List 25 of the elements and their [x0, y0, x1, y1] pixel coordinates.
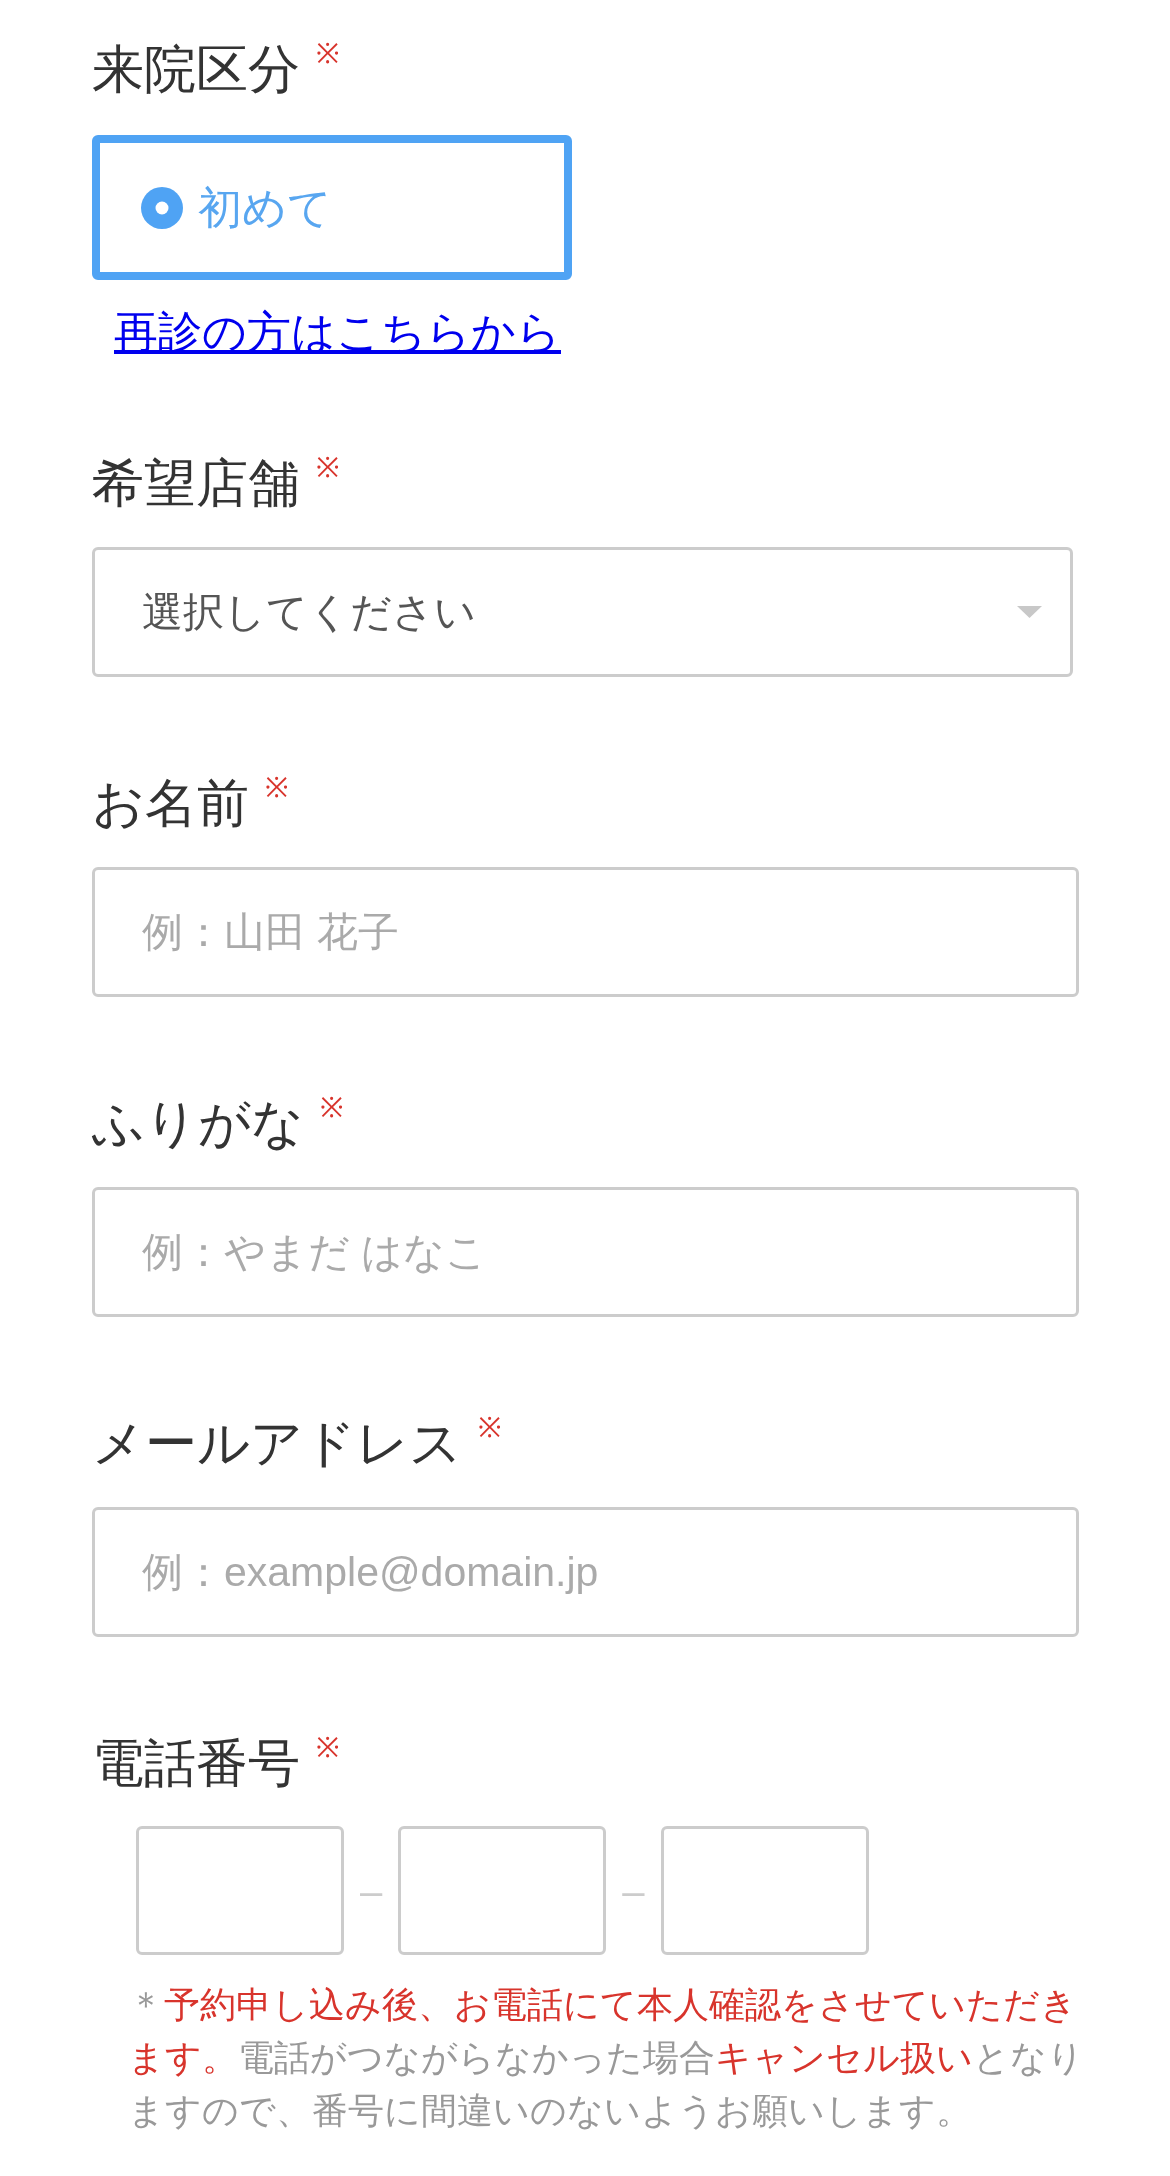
required-mark: ※ [265, 773, 288, 803]
radio-icon [141, 186, 183, 229]
text-field[interactable]: 例：山田 花子 [92, 867, 1079, 997]
phone-field[interactable] [398, 1826, 607, 1955]
required-mark: ※ [316, 1733, 339, 1763]
revisit-link[interactable]: 再診の方はこちらから [114, 307, 561, 357]
text-field[interactable]: 例：やまだ はなこ [92, 1187, 1079, 1317]
phone-field[interactable] [136, 1826, 344, 1955]
dash-separator: – [360, 1868, 383, 1913]
field-label: 電話番号 [92, 1733, 300, 1794]
field-label: お名前 [92, 773, 249, 834]
field-label: 希望店舗 [92, 453, 300, 514]
field-label: ふりがな [92, 1093, 304, 1154]
text-field[interactable]: 例：example@domain.jp [92, 1507, 1079, 1637]
field-label: 来院区分 [92, 39, 300, 100]
required-mark: ※ [316, 39, 339, 69]
dash-separator: – [622, 1868, 645, 1913]
required-mark: ※ [320, 1093, 343, 1123]
select-field[interactable]: 選択してください [92, 547, 1073, 677]
required-mark: ※ [478, 1413, 501, 1443]
phone-notice: ＊予約申し込み後、お電話にて本人確認をさせていただきます。電話がつながらなかった場合キャンセル扱い となりますので、番号に間違いのないようお願いします。 [128, 1983, 1085, 2133]
required-mark: ※ [316, 453, 339, 483]
phone-field[interactable] [660, 1826, 869, 1955]
field-label: メールアドレス [92, 1413, 462, 1474]
caret-icon [1017, 606, 1042, 618]
